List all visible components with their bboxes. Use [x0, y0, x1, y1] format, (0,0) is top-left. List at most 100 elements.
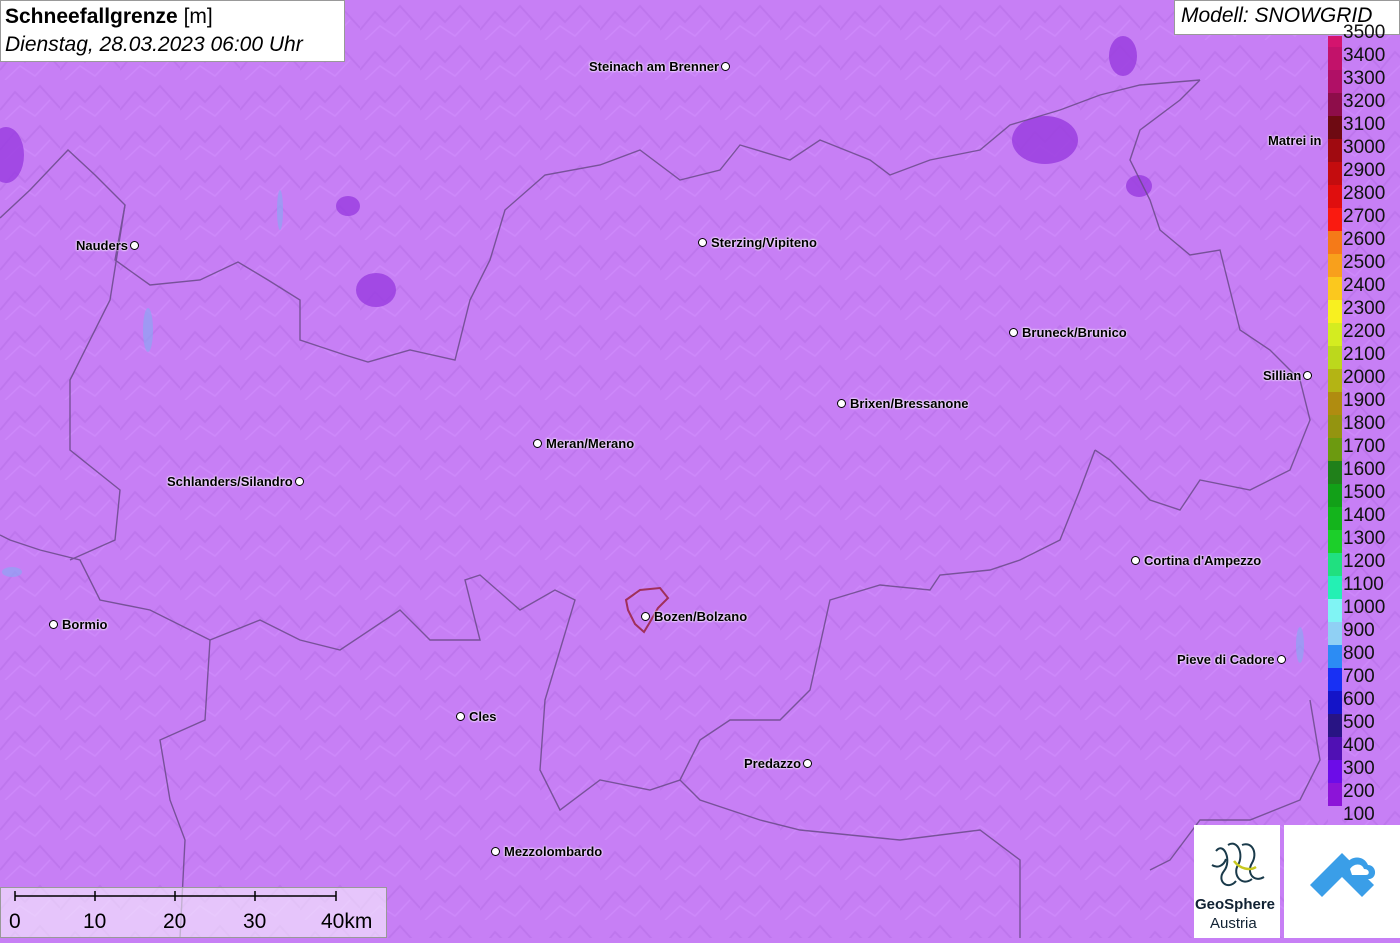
legend-label: 1900	[1343, 390, 1386, 411]
legend-swatch	[1328, 415, 1342, 438]
legend-swatch	[1328, 484, 1342, 507]
city-label[interactable]: Sterzing/Vipiteno	[711, 235, 817, 250]
legend-swatch	[1328, 461, 1342, 484]
city-label[interactable]: Matrei in	[1268, 133, 1321, 148]
scale-bar: 0 10 20 30 40km	[0, 887, 387, 938]
legend-label: 100	[1343, 804, 1375, 825]
legend-label: 1700	[1343, 436, 1386, 457]
color-legend: 3500 3400 3300 3200 3100 3000 2900 2800 2700 2600…	[1328, 22, 1400, 829]
legend-label: 2700	[1343, 206, 1386, 227]
city-label[interactable]: Bozen/Bolzano	[654, 609, 747, 624]
geosphere-name: GeoSphere	[1195, 896, 1276, 913]
legend-swatch	[1328, 668, 1342, 691]
legend-swatch	[1328, 231, 1342, 254]
city-label[interactable]: Pieve di Cadore	[1177, 652, 1275, 667]
geosphere-subname: Austria	[1210, 915, 1257, 932]
legend-label: 3300	[1343, 68, 1386, 89]
legend-label: 500	[1343, 712, 1375, 733]
legend-label: 3100	[1343, 114, 1386, 135]
legend-swatch	[1328, 760, 1342, 783]
city-label[interactable]: Brixen/Bressanone	[850, 396, 969, 411]
city-marker-icon[interactable]	[491, 847, 500, 856]
legend-swatch	[1328, 576, 1342, 599]
city-label[interactable]: Bruneck/Brunico	[1022, 325, 1127, 340]
city-marker-icon[interactable]	[698, 238, 707, 247]
legend-swatch	[1328, 70, 1342, 93]
city-marker-icon[interactable]	[130, 241, 139, 250]
map-canvas[interactable]	[0, 0, 1400, 938]
map-title-main: Schneefallgrenze	[5, 5, 178, 28]
legend-label: 800	[1343, 643, 1375, 664]
legend-label: 3400	[1343, 45, 1386, 66]
legend-label: 2100	[1343, 344, 1386, 365]
cloud-arrow-icon	[1310, 853, 1376, 897]
city-marker-icon[interactable]	[49, 620, 58, 629]
city-label[interactable]: Schlanders/Silandro	[167, 474, 293, 489]
legend-swatch	[1328, 162, 1342, 185]
legend-label: 900	[1343, 620, 1375, 641]
city-marker-icon[interactable]	[295, 477, 304, 486]
provider-logo[interactable]	[1284, 825, 1400, 938]
legend-swatch	[1328, 300, 1342, 323]
legend-swatch	[1328, 645, 1342, 668]
city-label[interactable]: Cles	[469, 709, 496, 724]
city-label[interactable]: Cortina d'Ampezzo	[1144, 553, 1261, 568]
legend-swatch	[1328, 553, 1342, 576]
city-marker-icon[interactable]	[1009, 328, 1018, 337]
map-title-box: Schneefallgrenze [m] Dienstag, 28.03.202…	[0, 0, 345, 62]
legend-label: 2600	[1343, 229, 1386, 250]
scale-tick-10: 10	[83, 910, 107, 933]
legend-label: 2900	[1343, 160, 1386, 181]
city-marker-icon[interactable]	[721, 62, 730, 71]
legend-label: 3000	[1343, 137, 1386, 158]
city-label[interactable]: Predazzo	[744, 756, 801, 771]
legend-label: 1500	[1343, 482, 1386, 503]
legend-label: 2500	[1343, 252, 1386, 273]
city-marker-icon[interactable]	[641, 612, 650, 621]
legend-label: 1200	[1343, 551, 1386, 572]
geosphere-logo[interactable]: GeoSphere Austria	[1194, 825, 1280, 938]
scale-tick-20: 20	[163, 910, 187, 933]
legend-label: 2800	[1343, 183, 1386, 204]
city-marker-icon[interactable]	[1277, 655, 1286, 664]
city-marker-icon[interactable]	[837, 399, 846, 408]
legend-label: 300	[1343, 758, 1375, 779]
city-marker-icon[interactable]	[1303, 371, 1312, 380]
legend-label: 2000	[1343, 367, 1386, 388]
legend-label: 1400	[1343, 505, 1386, 526]
map-title-unit: [m]	[183, 5, 213, 28]
legend-swatch	[1328, 36, 1342, 47]
city-marker-icon[interactable]	[456, 712, 465, 721]
legend-label: 2300	[1343, 298, 1386, 319]
city-marker-icon[interactable]	[803, 759, 812, 768]
legend-swatch	[1328, 346, 1342, 369]
legend-label: 400	[1343, 735, 1375, 756]
legend-swatch	[1328, 185, 1342, 208]
legend-label: 200	[1343, 781, 1375, 802]
legend-swatch	[1328, 438, 1342, 461]
city-label[interactable]: Meran/Merano	[546, 436, 634, 451]
legend-label: 1100	[1343, 574, 1384, 595]
city-label[interactable]: Sillian	[1263, 368, 1301, 383]
city-label[interactable]: Steinach am Brenner	[589, 59, 719, 74]
legend-label: 1000	[1343, 597, 1386, 618]
city-label[interactable]: Bormio	[62, 617, 108, 632]
map-datetime: Dienstag, 28.03.2023 06:00 Uhr	[5, 33, 303, 56]
city-label[interactable]: Mezzolombardo	[504, 844, 602, 859]
scale-tick-30: 30	[243, 910, 267, 933]
legend-swatch	[1328, 369, 1342, 392]
legend-swatch	[1328, 783, 1342, 806]
legend-swatch	[1328, 714, 1342, 737]
legend-swatch	[1328, 599, 1342, 622]
legend-label: 3200	[1343, 91, 1386, 112]
legend-label: 1800	[1343, 413, 1386, 434]
legend-label: 600	[1343, 689, 1375, 710]
legend-label: 1600	[1343, 459, 1386, 480]
city-label[interactable]: Nauders	[76, 238, 128, 253]
scale-tick-0: 0	[9, 910, 21, 933]
city-marker-icon[interactable]	[533, 439, 542, 448]
legend-swatch	[1328, 139, 1342, 162]
legend-swatch	[1328, 116, 1342, 139]
legend-swatch	[1328, 737, 1342, 760]
city-marker-icon[interactable]	[1131, 556, 1140, 565]
